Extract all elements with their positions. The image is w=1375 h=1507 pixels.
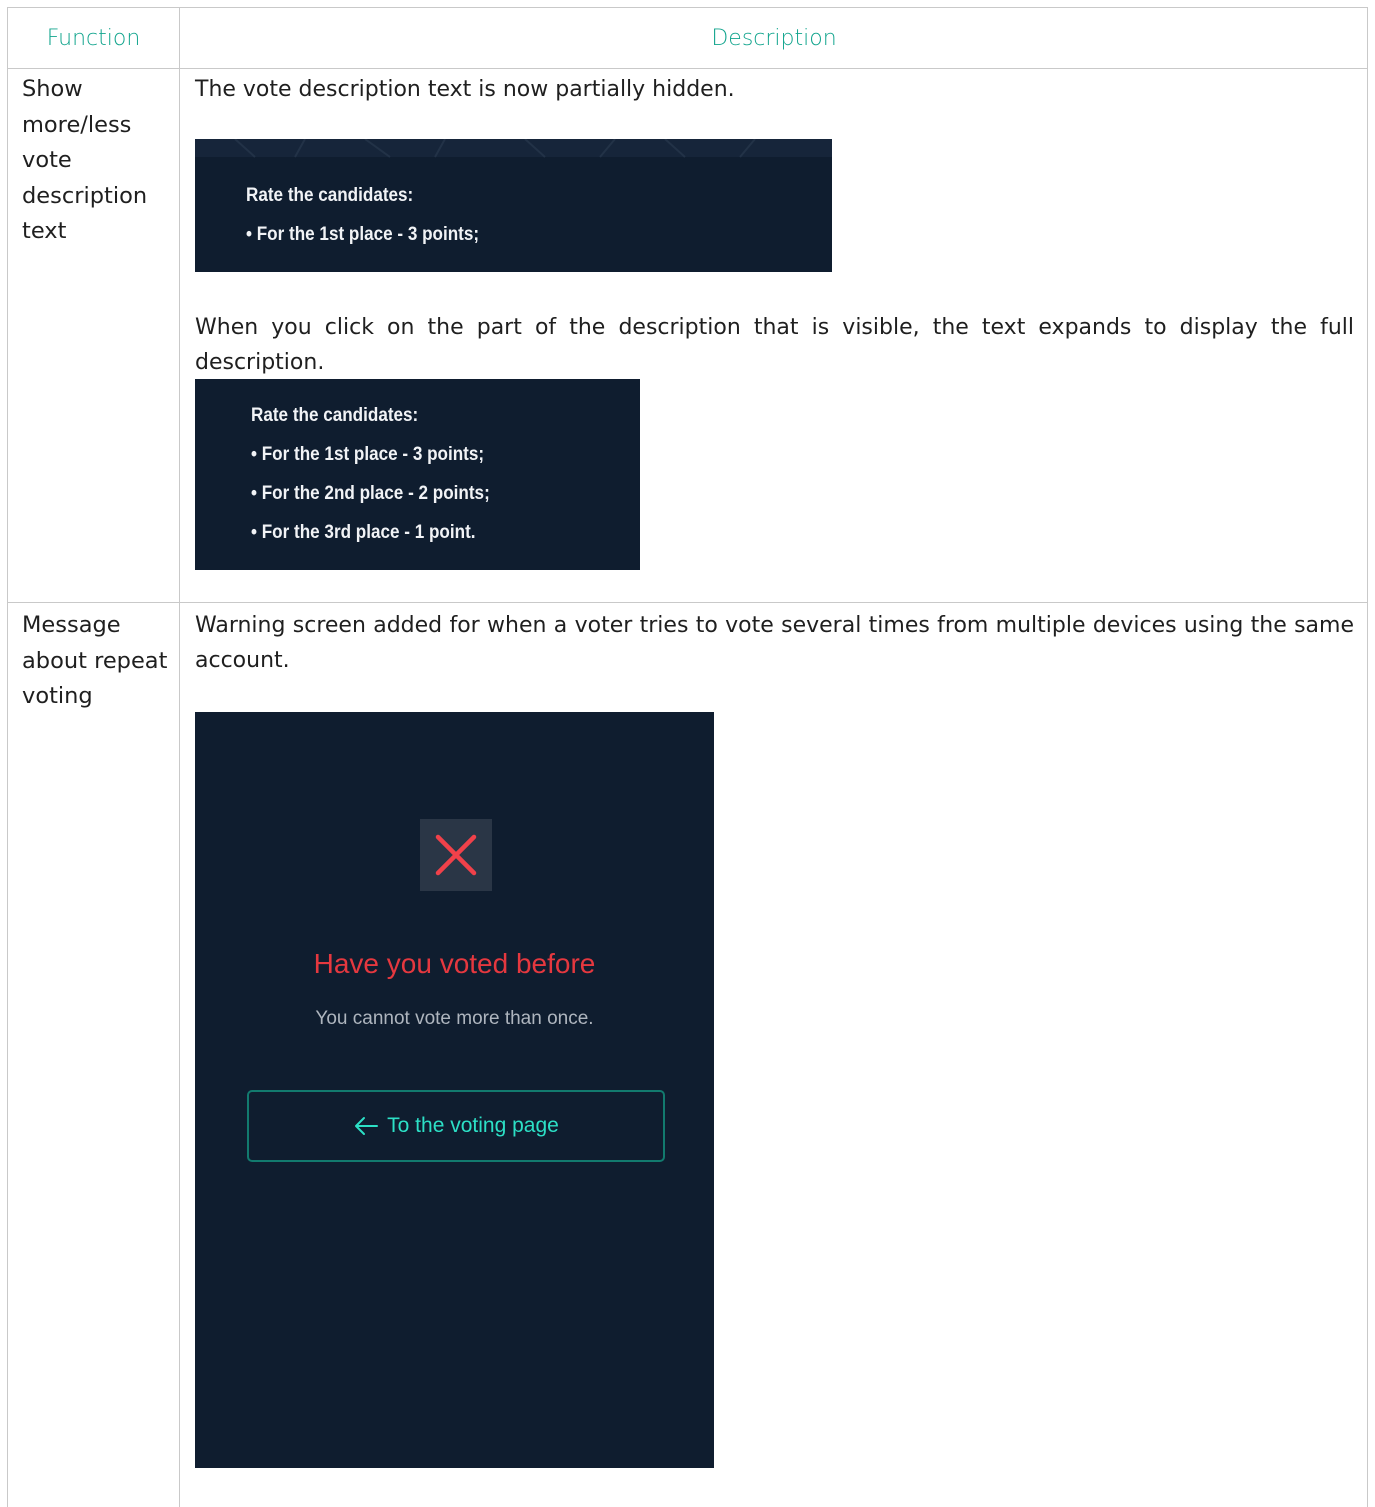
header-function: Function (46, 25, 141, 51)
function-repeat-voting: Message about repeat voting (22, 612, 168, 709)
expanded-line-1: • For the 1st place - 3 points; (251, 444, 485, 465)
expanded-line-2: • For the 2nd place - 2 points; (251, 483, 490, 504)
collapsed-line-1: • For the 1st place - 3 points; (246, 224, 480, 245)
column-divider (179, 8, 180, 1507)
collapsed-title: Rate the candidates: (246, 185, 414, 206)
to-voting-page-label: To the voting page (387, 1114, 559, 1137)
row1-intro-text: The vote description text is now partial… (195, 77, 735, 102)
expanded-line-3: • For the 3rd place - 1 point. (251, 522, 476, 543)
row2-intro-text: Warning screen added for when a voter tr… (195, 613, 1354, 673)
function-show-more-less: Show more/less vote description text (22, 76, 148, 244)
to-voting-page-button[interactable]: To the voting page (247, 1090, 665, 1162)
expanded-description-screenshot[interactable]: Rate the candidates: • For the 1st place… (195, 379, 640, 570)
header-description: Description (711, 25, 837, 51)
expanded-title: Rate the candidates: (251, 405, 419, 426)
warning-subtitle: You cannot vote more than once. (315, 1008, 594, 1029)
collapsed-description-screenshot: Rate the candidates: • For the 1st place… (195, 139, 832, 272)
header-divider (8, 68, 1367, 69)
arrow-left-icon (355, 1117, 379, 1135)
row1-explain-text: When you click on the part of the descri… (195, 315, 1354, 375)
background-pattern (195, 139, 832, 158)
repeat-vote-warning-screen: Have you voted before You cannot vote mo… (195, 712, 714, 1468)
feature-table: Function Description Show more/less vote… (7, 7, 1368, 1507)
warning-title: Have you voted before (313, 948, 596, 979)
close-x-icon (420, 819, 492, 891)
row-divider (8, 602, 1367, 603)
